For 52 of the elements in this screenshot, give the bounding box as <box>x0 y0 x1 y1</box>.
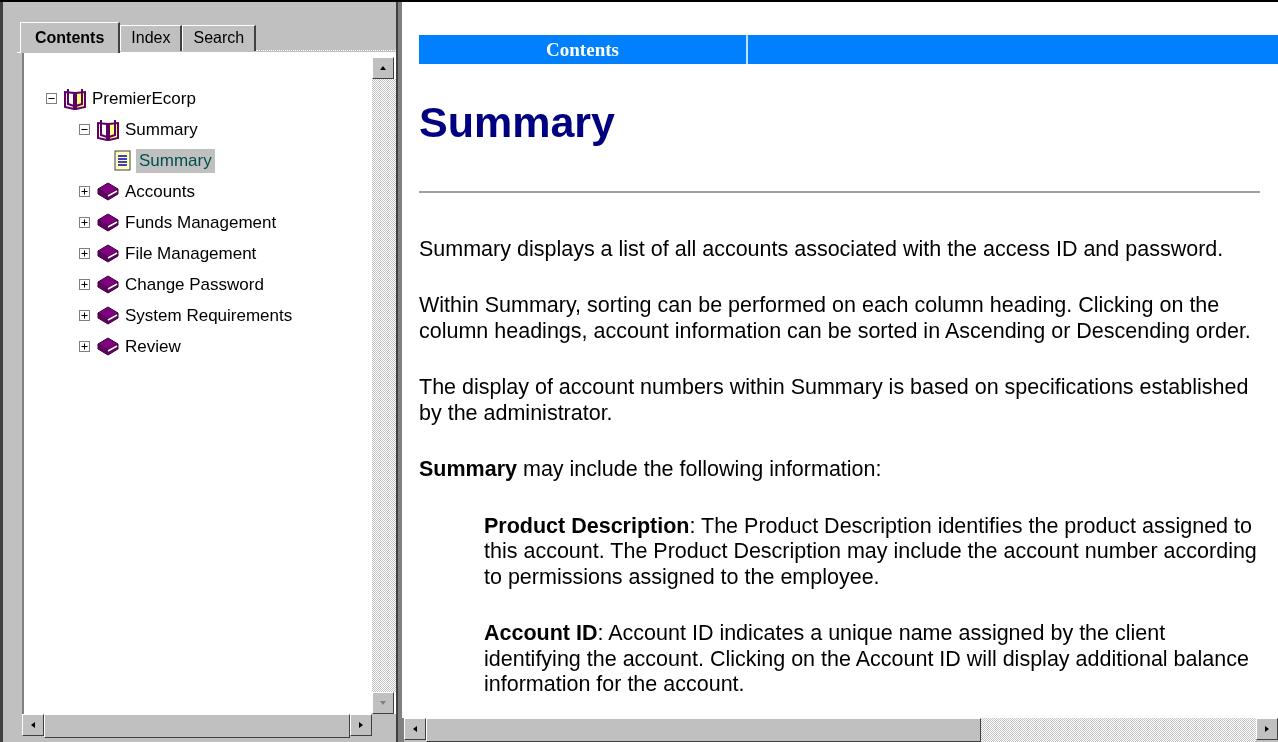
expand-icon[interactable] <box>79 186 90 197</box>
arrow-down-icon <box>379 699 387 707</box>
expand-icon[interactable] <box>79 248 90 259</box>
paragraph: Summary may include the following information: <box>419 457 883 483</box>
book-icon <box>96 180 120 203</box>
definition-paragraph: Product Description: The Product Description identifies the product assigned to this account. The Product Description may include the account number according to permissions assigned to the employee. <box>484 513 1258 591</box>
open-book-icon <box>96 118 120 141</box>
tree-item[interactable]: Summary <box>122 117 201 142</box>
tree-item[interactable]: Accounts <box>122 179 198 204</box>
tree-item[interactable]: PremierEcorp <box>89 86 199 111</box>
book-icon <box>96 273 120 296</box>
arrow-up-icon <box>379 64 387 72</box>
tree-item[interactable]: Review <box>122 334 184 359</box>
arrow-right-icon <box>1263 725 1271 733</box>
tab[interactable]: Search <box>182 25 257 51</box>
scroll-thumb[interactable] <box>426 718 981 742</box>
tree-item[interactable]: File Management <box>122 241 260 266</box>
paragraph: Summary displays a list of all accounts associated with the access ID and password. <box>419 236 1225 263</box>
scroll-up-button[interactable] <box>372 57 394 79</box>
page-icon <box>112 149 134 172</box>
tab[interactable]: Index <box>120 25 183 51</box>
page-title: Summary <box>419 97 616 148</box>
book-icon <box>96 304 120 327</box>
tree-item[interactable]: Summary <box>136 148 215 173</box>
tree-item[interactable]: System Requirements <box>122 303 296 328</box>
expand-icon[interactable] <box>79 217 90 228</box>
collapse-icon[interactable] <box>79 124 90 135</box>
definition-paragraph: Account ID: Account ID indicates a unique name assigned by the client identifying the account. Clicking on the Account ID will display additional balance information for the account. <box>484 621 1250 698</box>
collapse-icon[interactable] <box>46 93 57 104</box>
arrow-left-icon <box>29 721 37 729</box>
scrollbar[interactable] <box>402 718 1278 742</box>
scroll-right-button[interactable] <box>1256 718 1278 740</box>
scroll-left-button[interactable] <box>404 718 426 740</box>
expand-icon[interactable] <box>79 341 90 352</box>
scroll-thumb[interactable] <box>44 714 350 738</box>
arrow-left-icon <box>411 725 419 733</box>
scroll-down-button[interactable] <box>372 692 394 714</box>
paragraph: The display of account numbers within Summary is based on specifications established by the administrator. <box>419 375 1250 427</box>
book-icon <box>96 211 120 234</box>
expand-icon[interactable] <box>79 279 90 290</box>
nav-link[interactable]: Contents <box>419 35 748 64</box>
arrow-right-icon <box>357 721 365 729</box>
scroll-right-button[interactable] <box>350 714 372 736</box>
tree-item[interactable]: Funds Management <box>122 210 280 235</box>
expand-icon[interactable] <box>79 310 90 321</box>
tree-item[interactable]: Change Password <box>122 272 267 297</box>
tab[interactable]: Contents <box>20 22 121 53</box>
paragraph: Within Summary, sorting can be performed on each column heading. Clicking on the column headings, account information can be sorted in Ascending or Descending order. <box>419 293 1252 345</box>
book-icon <box>96 335 120 358</box>
open-book-icon <box>63 87 87 110</box>
book-icon <box>96 242 120 265</box>
scroll-left-button[interactable] <box>22 714 44 736</box>
